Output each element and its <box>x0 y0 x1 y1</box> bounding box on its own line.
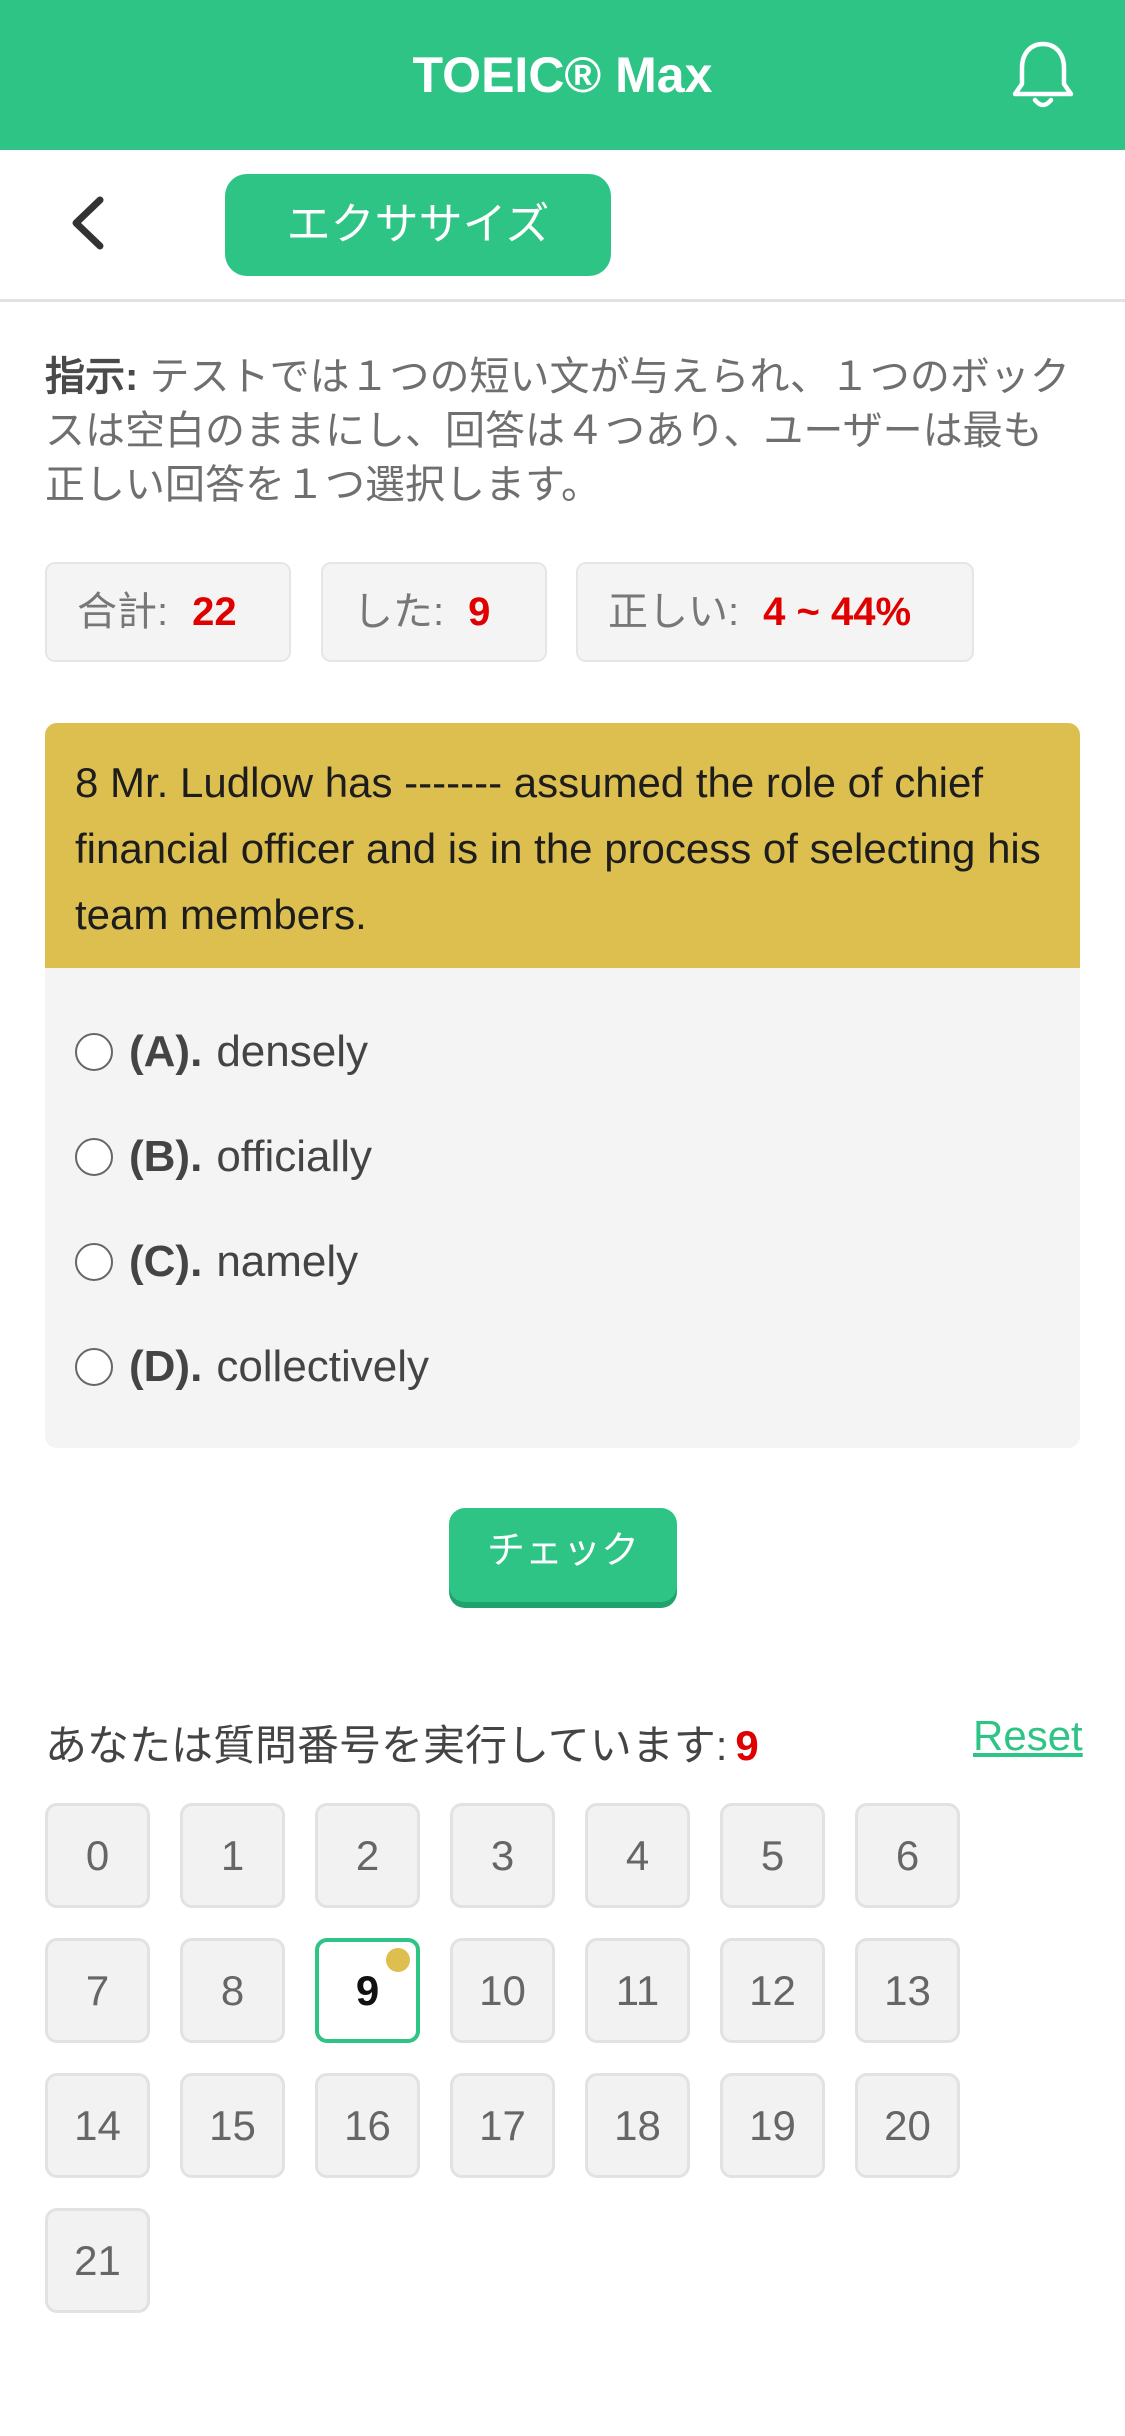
question-number-button[interactable]: 2 <box>315 1803 420 1908</box>
instruction-body: テストでは１つの短い文が与えられ、１つのボックスは空白のままにし、回答は４つあり… <box>45 355 1070 507</box>
stat-correct-label: 正しい: <box>608 590 740 634</box>
question-number-button[interactable]: 0 <box>45 1803 150 1908</box>
question-number-label: 14 <box>74 2102 121 2149</box>
progress-label: あなたは質問番号を実行しています: <box>45 1722 728 1769</box>
option-d-text: collectively <box>216 1342 430 1391</box>
question-number-button[interactable]: 7 <box>45 1938 150 2043</box>
question-number-button[interactable]: 19 <box>720 2073 825 2178</box>
radio-b[interactable] <box>75 1138 113 1176</box>
question-number-label: 5 <box>760 1832 785 1879</box>
question-number-label: 8 <box>220 1967 245 2014</box>
chevron-left-icon[interactable] <box>60 188 120 258</box>
question-number-button[interactable]: 8 <box>180 1938 285 2043</box>
question-number-button[interactable]: 17 <box>450 2073 555 2178</box>
question-number-button[interactable]: 21 <box>45 2208 150 2313</box>
stat-done: した: 9 <box>321 562 547 662</box>
stat-done-label: した: <box>353 590 445 634</box>
reset-link[interactable]: Reset <box>973 1712 1083 1760</box>
progress-status: あなたは質問番号を実行しています: 9 <box>45 1712 759 1773</box>
instruction-text: 指示: テストでは１つの短い文が与えられ、１つのボックスは空白のままにし、回答は… <box>45 350 1080 512</box>
stat-total-label: 合計: <box>77 590 169 634</box>
option-c-letter: (C). <box>129 1237 203 1286</box>
option-d-letter: (D). <box>129 1342 203 1391</box>
stat-total: 合計: 22 <box>45 562 291 662</box>
tab-exercise[interactable]: エクササイズ <box>225 174 611 276</box>
question-number-button[interactable]: 20 <box>855 2073 960 2178</box>
question-number-label: 17 <box>479 2102 526 2149</box>
question-number-button[interactable]: 9 <box>315 1938 420 2043</box>
question-number-button[interactable]: 14 <box>45 2073 150 2178</box>
check-button[interactable]: チェック <box>449 1508 677 1602</box>
option-b-text: officially <box>216 1132 373 1181</box>
radio-a[interactable] <box>75 1033 113 1071</box>
question-number-button[interactable]: 6 <box>855 1803 960 1908</box>
option-d[interactable]: (D). collectively <box>75 1337 429 1397</box>
radio-c[interactable] <box>75 1243 113 1281</box>
stat-correct: 正しい: 4 ~ 44% <box>576 562 974 662</box>
question-number-button[interactable]: 13 <box>855 1938 960 2043</box>
question-number-label: 3 <box>490 1832 515 1879</box>
question-number-label: 16 <box>344 2102 391 2149</box>
app-title: TOEIC® Max <box>412 47 713 103</box>
stat-done-value: 9 <box>468 590 491 634</box>
question-number-button[interactable]: 1 <box>180 1803 285 1908</box>
question-number-button[interactable]: 3 <box>450 1803 555 1908</box>
question-number-label: 13 <box>884 1967 931 2014</box>
option-c[interactable]: (C). namely <box>75 1232 358 1292</box>
option-b-letter: (B). <box>129 1132 203 1181</box>
question-number-label: 20 <box>884 2102 931 2149</box>
question-number-button[interactable]: 15 <box>180 2073 285 2178</box>
sub-navigation: エクササイズ <box>0 150 1125 302</box>
question-number-label: 7 <box>85 1967 110 2014</box>
question-number-label: 18 <box>614 2102 661 2149</box>
bell-icon[interactable] <box>1008 38 1078 112</box>
question-number-label: 11 <box>615 1967 660 2014</box>
question-number-button[interactable]: 12 <box>720 1938 825 2043</box>
question-number-label: 12 <box>749 1967 796 2014</box>
question-number-label: 10 <box>479 1967 526 2014</box>
question-number-label: 1 <box>220 1832 245 1879</box>
instruction-label: 指示: <box>45 355 139 399</box>
current-indicator-dot <box>386 1948 410 1972</box>
option-a-text: densely <box>216 1027 368 1076</box>
question-number-label: 15 <box>209 2102 256 2149</box>
question-number-button[interactable]: 18 <box>585 2073 690 2178</box>
question-number-label: 19 <box>749 2102 796 2149</box>
question-number-button[interactable]: 16 <box>315 2073 420 2178</box>
question-number-label: 21 <box>74 2237 121 2284</box>
option-b[interactable]: (B). officially <box>75 1127 372 1187</box>
question-number-label: 9 <box>355 1967 380 2014</box>
question-number-button[interactable]: 11 <box>585 1938 690 2043</box>
app-header: TOEIC® Max <box>0 0 1125 150</box>
question-number-label: 4 <box>625 1832 650 1879</box>
question-number-button[interactable]: 10 <box>450 1938 555 2043</box>
option-a-letter: (A). <box>129 1027 203 1076</box>
option-a[interactable]: (A). densely <box>75 1022 368 1082</box>
progress-current: 9 <box>735 1722 759 1769</box>
question-number-label: 0 <box>85 1832 110 1879</box>
question-number-label: 2 <box>355 1832 380 1879</box>
option-c-text: namely <box>216 1237 359 1286</box>
question-card: 8 Mr. Ludlow has ------- assumed the rol… <box>45 723 1080 1448</box>
question-number-button[interactable]: 5 <box>720 1803 825 1908</box>
stat-total-value: 22 <box>192 590 237 634</box>
stat-correct-value: 4 ~ 44% <box>763 590 912 634</box>
question-text: 8 Mr. Ludlow has ------- assumed the rol… <box>45 723 1080 968</box>
radio-d[interactable] <box>75 1348 113 1386</box>
question-number-button[interactable]: 4 <box>585 1803 690 1908</box>
question-number-label: 6 <box>895 1832 920 1879</box>
